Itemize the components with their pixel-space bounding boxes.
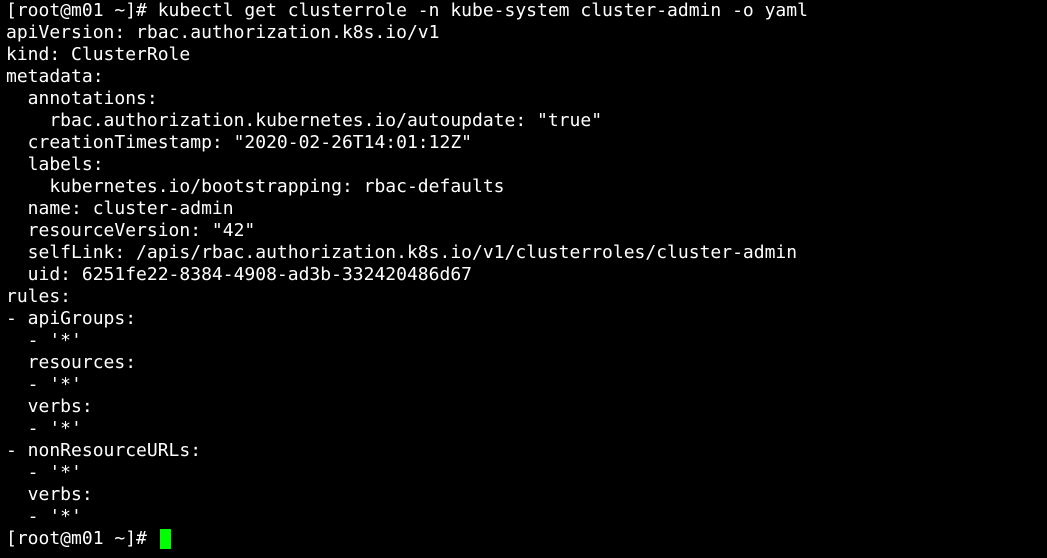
terminal-line: - apiGroups: bbox=[6, 308, 137, 329]
terminal-line: verbs: bbox=[6, 396, 93, 417]
terminal-window[interactable]: [root@m01 ~]# kubectl get clusterrole -n… bbox=[0, 0, 1047, 558]
terminal-line: - '*' bbox=[6, 374, 82, 395]
terminal-line: rules: bbox=[6, 286, 72, 307]
terminal-line: resourceVersion: "42" bbox=[6, 220, 256, 241]
terminal-line: - '*' bbox=[6, 418, 82, 439]
terminal-line: uid: 6251fe22-8384-4908-ad3b-332420486d6… bbox=[6, 264, 472, 285]
shell-prompt: [root@m01 ~]# bbox=[6, 528, 158, 549]
terminal-line: - '*' bbox=[6, 462, 82, 483]
terminal-line: labels: bbox=[6, 154, 104, 175]
terminal-line: [root@m01 ~]# kubectl get clusterrole -n… bbox=[6, 0, 808, 21]
terminal-line: kubernetes.io/bootstrapping: rbac-defaul… bbox=[6, 176, 505, 197]
terminal-line: name: cluster-admin bbox=[6, 198, 234, 219]
terminal-line: resources: bbox=[6, 352, 137, 373]
prompt-line[interactable]: [root@m01 ~]# bbox=[6, 528, 1047, 550]
terminal-line: - '*' bbox=[6, 506, 82, 527]
terminal-line: selfLink: /apis/rbac.authorization.k8s.i… bbox=[6, 242, 798, 263]
terminal-line: rbac.authorization.kubernetes.io/autoupd… bbox=[6, 110, 603, 131]
terminal-line: verbs: bbox=[6, 484, 93, 505]
terminal-line: metadata: bbox=[6, 66, 104, 87]
terminal-line: annotations: bbox=[6, 88, 158, 109]
terminal-line: - '*' bbox=[6, 330, 82, 351]
terminal-line: kind: ClusterRole bbox=[6, 44, 191, 65]
terminal-line: apiVersion: rbac.authorization.k8s.io/v1 bbox=[6, 22, 440, 43]
terminal-line: - nonResourceURLs: bbox=[6, 440, 202, 461]
cursor-block bbox=[159, 529, 171, 549]
terminal-line: creationTimestamp: "2020-02-26T14:01:12Z… bbox=[6, 132, 472, 153]
